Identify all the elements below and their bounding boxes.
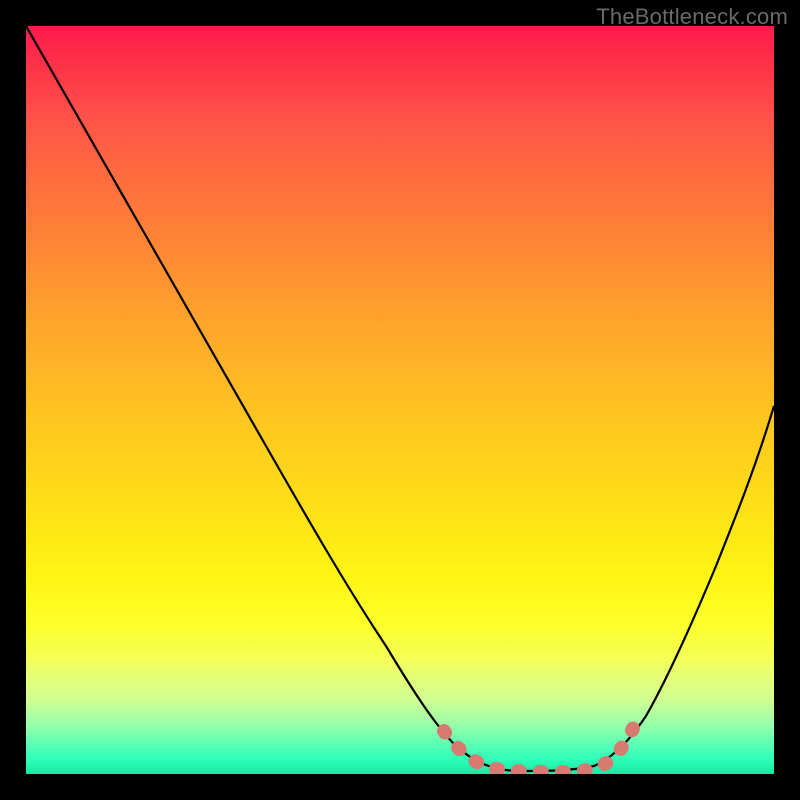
highlight-dash — [444, 726, 634, 772]
curves-svg — [26, 26, 774, 774]
chart-frame: TheBottleneck.com — [0, 0, 800, 800]
plot-area — [26, 26, 774, 774]
watermark-text: TheBottleneck.com — [596, 4, 788, 30]
bottleneck-curve — [26, 26, 774, 771]
